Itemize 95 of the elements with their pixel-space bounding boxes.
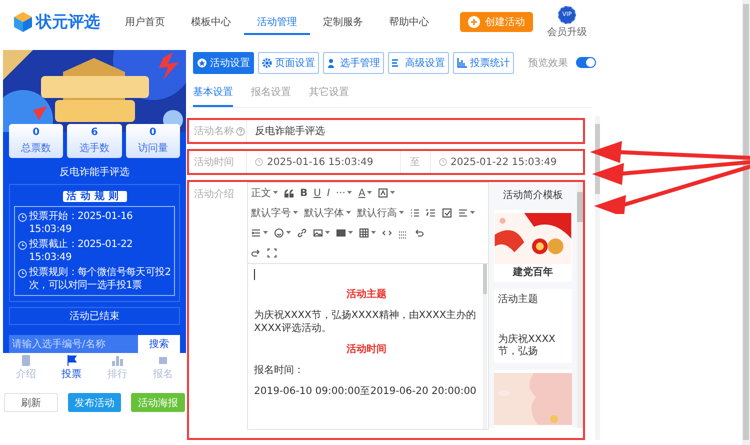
clock-icon (438, 158, 446, 166)
bottom-nav-item[interactable]: 投票 (48, 353, 94, 381)
clock-icon (18, 213, 27, 222)
rich-text-editor[interactable]: 正文 B U I ··· A 默认字号 默认字体 默认行高 活动主题 为庆祝XXXX节，弘扬XXXX精神，由XXXX主办的XXXX评选活动。 活动时间 报名时间： 2019-06-10 09:00:00至2019-06-20 20:00:00 (247, 182, 489, 430)
clock-icon (18, 269, 27, 278)
nav-link[interactable]: 帮助中心 (376, 9, 442, 35)
sub-tab[interactable]: 基本设置 (193, 85, 233, 107)
toolbar-button[interactable]: B (297, 183, 311, 203)
rule-text: 投票规则：每个微信号每天可投2次，可以对同一选手投1票 (29, 266, 171, 292)
range-separator: 至 (400, 151, 430, 173)
clock-icon (255, 158, 263, 166)
stat-label: 选手数 (79, 142, 110, 155)
cube-logo-icon (12, 11, 34, 33)
settings-tab[interactable]: 投票统计 (453, 52, 514, 74)
toolbar-button[interactable]: U (310, 183, 324, 203)
nav-link[interactable]: 用户首页 (112, 9, 178, 35)
fullscreen-icon (267, 248, 277, 258)
stat-value: 6 (91, 127, 98, 138)
template-card[interactable]: 建党百年 (494, 210, 572, 282)
nav-link[interactable]: 定制服务 (310, 9, 376, 35)
image-icon (313, 228, 323, 238)
undo-icon (414, 228, 424, 238)
template-caption: 建党百年 (513, 266, 553, 279)
logo-text: 状元评选 (36, 12, 100, 32)
settings-tab[interactable]: 页面设置 (258, 52, 319, 74)
bar-chart-icon (111, 355, 124, 366)
scrollbar[interactable] (742, 0, 750, 445)
content-heading: 活动时间 (346, 343, 388, 356)
redo-icon (251, 248, 261, 258)
star-icon (197, 58, 207, 68)
settings-tab[interactable]: 活动设置 (193, 52, 254, 74)
toolbar-button[interactable]: A (355, 183, 376, 203)
scrollbar[interactable] (577, 182, 583, 428)
template-panel-title: 活动简介模板 (503, 188, 563, 203)
quote-icon (284, 188, 294, 198)
content-paragraph: 为庆祝XXXX节，弘扬XXXX精神，由XXXX主办的XXXX评选活动。 (254, 309, 478, 335)
search-button[interactable]: 搜索 (138, 335, 180, 353)
toolbar-button[interactable]: 默认行高 (354, 203, 407, 223)
smiley-icon (274, 228, 284, 238)
template-text: 为庆祝XXXX节，弘扬 (498, 334, 556, 358)
status-text: 活动已结束 (70, 310, 120, 323)
content-paragraph: 2019-06-10 09:00:00至2019-06-20 20:00:00 (254, 385, 478, 398)
template-heading: 活动主题 (498, 294, 538, 306)
toolbar-button[interactable]: I (324, 183, 333, 203)
numbered-list-icon (426, 208, 436, 218)
code-icon (382, 228, 392, 238)
plus-icon (468, 16, 480, 28)
search-field[interactable]: 请输入选手编号/名称 (9, 335, 138, 353)
rule-text: 投票开始：2025-01-16 15:03:49 (29, 210, 134, 236)
template-card[interactable]: 活动主题 为庆祝XXXX节，弘扬 (494, 289, 572, 363)
settings-tab[interactable]: 选手管理 (323, 52, 384, 74)
checkbox-icon (442, 208, 452, 218)
text-cursor (254, 269, 255, 280)
link-icon (297, 228, 307, 238)
nav-link[interactable]: 模板中心 (178, 9, 244, 35)
person-icon (327, 58, 337, 68)
toolbar-button[interactable]: 正文 (248, 183, 281, 203)
clock-icon (18, 241, 27, 250)
square-icon (157, 355, 170, 366)
content-heading: 活动主题 (346, 288, 388, 301)
field-label: 活动时间 (194, 156, 234, 169)
indent-icon (251, 228, 261, 238)
divider-icon (398, 230, 408, 240)
stat-value: 0 (32, 127, 40, 138)
gear-icon (262, 58, 272, 68)
flag-icon (66, 355, 78, 366)
document-icon (20, 355, 32, 366)
name-input[interactable]: 反电诈能手评选 (247, 124, 325, 138)
nav-link[interactable]: 活动管理 (244, 9, 310, 35)
stat-value: 0 (149, 127, 156, 138)
preview-switch[interactable] (576, 57, 596, 68)
stat-label: 访问量 (138, 142, 168, 155)
toolbar-button[interactable]: ··· (332, 183, 356, 203)
scrollbar[interactable] (595, 116, 600, 440)
bullet-list-icon (410, 208, 420, 218)
highlight-icon (378, 188, 388, 198)
activity-title: 反电诈能手评选 (58, 166, 130, 179)
toolbar-button[interactable]: 默认字体 (301, 203, 354, 223)
video-icon (336, 228, 346, 238)
field-label: 活动名称 (194, 125, 234, 138)
bar-chart-icon (457, 58, 467, 68)
end-date-field[interactable]: 2025-01-22 15:03:49 (430, 151, 583, 173)
table-icon (359, 228, 369, 238)
preview-toggle-label: 预览效果 (528, 56, 568, 70)
field-label: 活动介绍 (194, 188, 234, 201)
stat-label: 总票数 (21, 142, 52, 155)
settings-tab[interactable]: 高级设置 (388, 52, 449, 74)
vip-upgrade-link[interactable]: 会员升级 (547, 24, 587, 38)
toolbar-button[interactable]: 默认字号 (248, 203, 301, 223)
rule-text: 投票截止：2025-01-22 15:03:49 (29, 238, 134, 264)
action-button[interactable]: 刷新 (4, 393, 58, 412)
rules-heading: 活动规则 (62, 191, 126, 202)
content-paragraph: 报名时间： (254, 364, 305, 377)
start-date-field[interactable]: 2025-01-16 15:03:49 (247, 151, 400, 173)
align-icon (458, 208, 468, 218)
